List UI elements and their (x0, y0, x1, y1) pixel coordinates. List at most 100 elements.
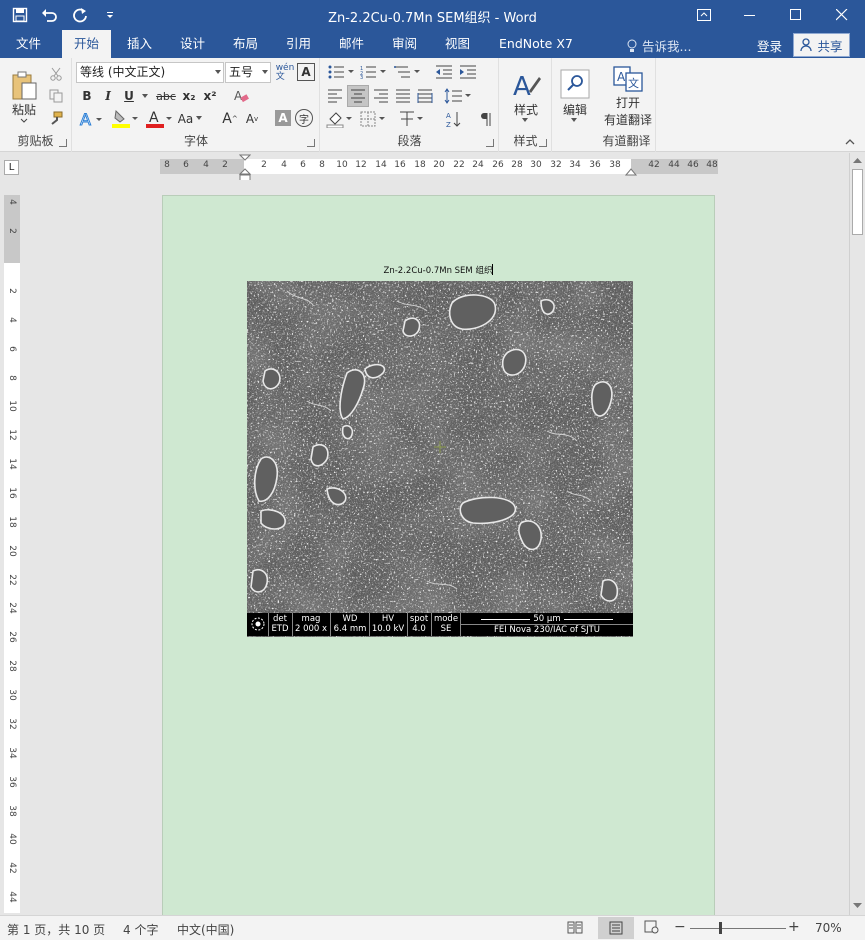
document-canvas[interactable]: Zn-2.2Cu-0.7Mn SEM 组织 det ETD mag 2 000 … (24, 180, 849, 915)
spot-value: 4.0 (412, 624, 426, 634)
decrease-indent-icon[interactable] (433, 62, 455, 82)
chevron-down-icon (262, 70, 268, 74)
web-layout-icon[interactable] (644, 920, 664, 936)
print-layout-icon[interactable] (598, 917, 634, 939)
format-painter-icon[interactable] (46, 108, 66, 128)
numbering-icon[interactable]: 123 (359, 62, 389, 82)
minimize-icon[interactable] (727, 0, 773, 30)
align-right-icon[interactable] (371, 86, 391, 106)
align-left-icon[interactable] (325, 86, 345, 106)
sort-icon[interactable]: AZ (443, 108, 465, 130)
character-border-icon[interactable]: A (297, 63, 315, 81)
font-dialog-launcher[interactable] (307, 139, 315, 147)
zoom-slider-thumb[interactable] (719, 922, 722, 934)
tab-selector[interactable]: L (4, 160, 19, 175)
subscript-button[interactable]: x₂ (180, 86, 198, 106)
change-case-button[interactable]: Aa (177, 108, 205, 130)
strikethrough-button[interactable]: abc (153, 86, 179, 106)
grow-font-button[interactable]: A ^ (220, 108, 240, 130)
vertical-ruler[interactable]: 4 2 2 4 6 8 10 12 14 16 18 20 22 24 26 28 30 32 34 36 38 40 42… (4, 195, 20, 913)
collapse-ribbon-icon[interactable] (842, 136, 858, 148)
bullets-icon[interactable] (327, 62, 357, 82)
styles-button[interactable]: A 样式 (506, 62, 546, 130)
underline-dropdown-icon[interactable] (140, 86, 150, 106)
close-icon[interactable] (819, 0, 865, 30)
shrink-font-button[interactable]: Av (242, 108, 262, 130)
chinese-layout-icon[interactable] (397, 108, 427, 130)
tell-me-search[interactable]: 告诉我... (626, 36, 691, 55)
zoom-out-icon[interactable]: − (674, 919, 688, 935)
borders-icon[interactable] (359, 108, 389, 130)
justify-icon[interactable] (393, 86, 413, 106)
read-mode-icon[interactable] (567, 920, 587, 936)
tab-mailings[interactable]: 邮件 (327, 30, 376, 58)
first-line-indent-marker[interactable] (239, 154, 251, 182)
mag-header: mag (301, 614, 321, 624)
phonetic-guide-icon[interactable]: wén 文 (275, 62, 295, 84)
language-status[interactable]: 中文(中国) (177, 921, 234, 938)
tab-endnote[interactable]: EndNote X7 (487, 30, 585, 58)
ruler-tick-label: 48 (706, 160, 718, 170)
scroll-down-icon[interactable] (853, 903, 862, 909)
tab-references[interactable]: 引用 (274, 30, 323, 58)
ruler-tick-label: 34 (569, 160, 581, 170)
figure-caption[interactable]: Zn-2.2Cu-0.7Mn SEM 组织 (163, 264, 714, 276)
page-count-status[interactable]: 第 1 页，共 10 页 (7, 921, 105, 938)
superscript-button[interactable]: x² (201, 86, 219, 106)
paragraph-dialog-launcher[interactable] (486, 139, 494, 147)
login-link[interactable]: 登录 (757, 36, 782, 55)
right-indent-marker[interactable] (625, 167, 637, 177)
document-page[interactable]: Zn-2.2Cu-0.7Mn SEM 组织 det ETD mag 2 000 … (162, 195, 715, 915)
multilevel-list-icon[interactable] (393, 62, 423, 82)
sem-micrograph-image[interactable] (247, 281, 633, 637)
copy-icon[interactable] (46, 86, 66, 106)
caption-text[interactable]: Zn-2.2Cu-0.7Mn SEM 组织 (384, 266, 493, 276)
text-effects-icon[interactable]: A (78, 108, 104, 130)
tab-design[interactable]: 设计 (168, 30, 217, 58)
scrollbar-thumb[interactable] (852, 169, 863, 235)
scale-bar-label: 50 μm (530, 614, 564, 624)
clipboard-dialog-launcher[interactable] (59, 139, 67, 147)
underline-button[interactable]: U (120, 86, 138, 106)
styles-dialog-launcher[interactable] (539, 139, 547, 147)
tab-file[interactable]: 文件 (4, 30, 53, 58)
font-color-icon[interactable]: A (144, 108, 174, 130)
tab-layout[interactable]: 布局 (221, 30, 270, 58)
line-spacing-icon[interactable] (443, 86, 473, 106)
cut-icon[interactable] (46, 64, 66, 84)
tab-home[interactable]: 开始 (62, 30, 112, 58)
distributed-icon[interactable] (415, 86, 435, 106)
scroll-up-icon[interactable] (853, 157, 862, 163)
font-name-field[interactable]: 等线 (中文正文) (76, 62, 224, 83)
zoom-in-icon[interactable]: + (788, 919, 802, 935)
zoom-slider[interactable] (690, 922, 786, 934)
ruler-tick-label: 4 (281, 160, 287, 170)
word-count-status[interactable]: 4 个字 (123, 921, 158, 938)
align-center-icon[interactable] (347, 85, 369, 107)
tab-insert[interactable]: 插入 (115, 30, 164, 58)
character-shading-icon[interactable]: A (275, 110, 291, 126)
clear-formatting-icon[interactable]: A (231, 86, 251, 106)
person-icon (800, 38, 813, 52)
zoom-level[interactable]: 70% (815, 921, 842, 935)
italic-button[interactable]: I (99, 86, 117, 106)
ribbon-display-options-icon[interactable] (681, 0, 727, 30)
show-marks-icon[interactable] (476, 108, 496, 130)
maximize-icon[interactable] (773, 0, 819, 30)
shading-icon[interactable] (325, 108, 355, 130)
highlight-color-icon[interactable] (110, 108, 140, 130)
bold-button[interactable]: B (78, 86, 96, 106)
vertical-scrollbar[interactable] (849, 153, 865, 915)
paste-button[interactable]: 粘贴 (6, 62, 42, 132)
paste-label: 粘贴 (11, 102, 36, 117)
tab-review[interactable]: 审阅 (380, 30, 429, 58)
font-size-field[interactable]: 五号 (225, 62, 271, 83)
youdao-translate-button[interactable]: A文 打开 有道翻译 (601, 62, 655, 130)
enclose-characters-icon[interactable]: 字 (295, 109, 313, 127)
tab-view[interactable]: 视图 (433, 30, 482, 58)
ruler-tick-label: 36 (589, 160, 601, 170)
share-button[interactable]: 共享 (793, 33, 850, 57)
svg-text:A: A (617, 70, 626, 84)
increase-indent-icon[interactable] (457, 62, 479, 82)
editing-button[interactable]: 编辑 (556, 62, 594, 130)
